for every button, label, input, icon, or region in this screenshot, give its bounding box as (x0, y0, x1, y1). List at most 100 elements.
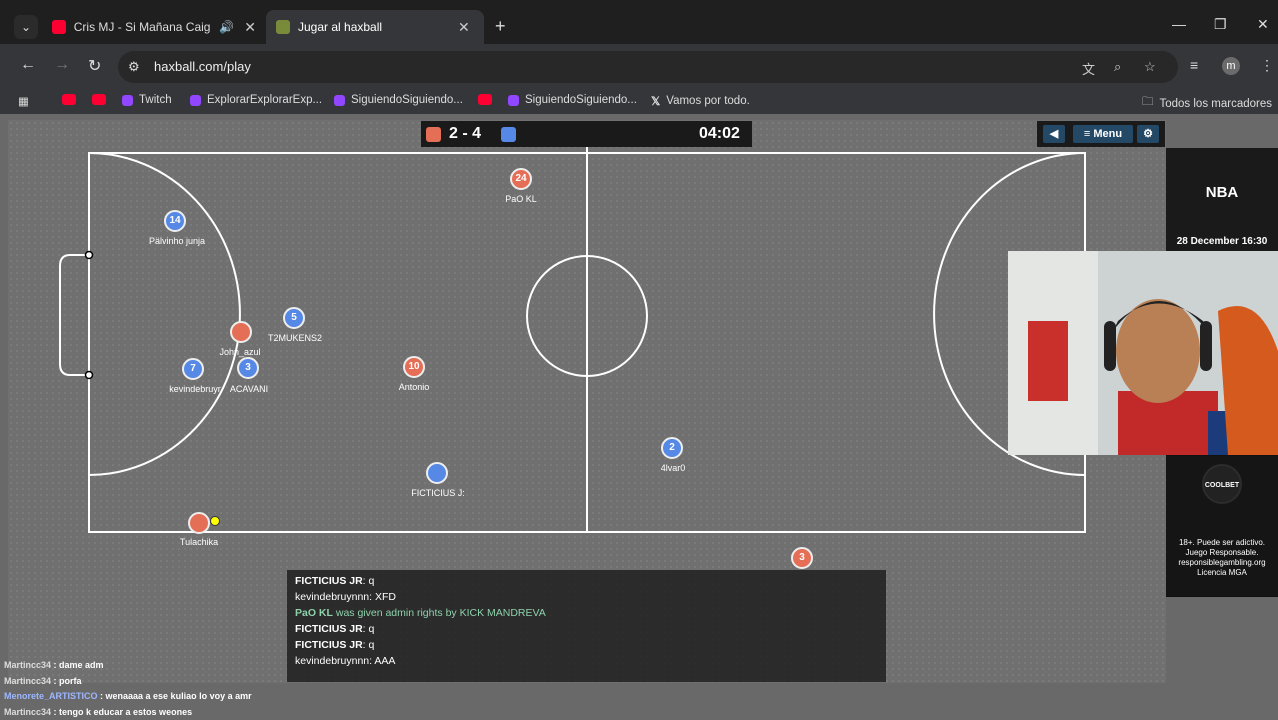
haxball-icon (276, 20, 290, 34)
menu-button[interactable]: ≡ Menu (1073, 125, 1133, 143)
translate-icon[interactable]: 文 (1082, 59, 1095, 78)
nba-ad[interactable]: NBA 28 December 16:30 (1166, 148, 1278, 252)
close-tab-icon[interactable]: ✕ (244, 19, 256, 36)
bookmark-item[interactable] (478, 94, 498, 105)
player-disc (188, 512, 210, 534)
player-disc (230, 321, 252, 343)
chat-line: FICTICIUS JR: q (295, 575, 374, 587)
address-bar[interactable]: ⚙ haxball.com/play 文 ⌕ ☆ (118, 51, 1178, 83)
youtube-icon (52, 20, 66, 34)
bookmark-item[interactable]: SiguiendoSiguiendo... (334, 94, 463, 106)
bookmark-item[interactable]: Twitch (122, 94, 172, 106)
chat-text: was given admin rights by KICK MANDREVA (332, 607, 546, 619)
bookmark-item[interactable] (62, 94, 82, 105)
bookmark-label: SiguiendoSiguiendo... (351, 94, 463, 106)
bookmark-label: Vamos por todo. (666, 95, 750, 107)
player-disc: 14 (164, 210, 186, 232)
x-icon: 𝕏 (651, 96, 661, 108)
chat-user: kevindebruynnn (295, 591, 370, 603)
chat-line: FICTICIUS JR: q (295, 623, 374, 635)
tab-search-button[interactable]: ⌄ (14, 15, 38, 39)
chat-text: : porfa (51, 676, 82, 686)
bookmark-item[interactable]: ExplorarExplorarExp... (190, 94, 322, 106)
site-info-icon[interactable]: ⚙ (128, 59, 140, 75)
settings-gear-icon[interactable]: ⚙ (1137, 125, 1159, 143)
window-close-icon[interactable]: ✕ (1257, 16, 1269, 33)
all-bookmarks[interactable]: 🗀 Todos los marcadores (1142, 94, 1272, 113)
player-name: ACAVANI (229, 384, 269, 394)
nba-title: NBA (1205, 184, 1239, 201)
score-text: 2 - 4 (449, 125, 482, 142)
stream-chat-line: Martincc34 : porfa (4, 676, 82, 686)
youtube-icon (478, 94, 492, 105)
player-name: John_azul (219, 347, 261, 357)
bookmark-item[interactable]: SiguiendoSiguiendo... (508, 94, 637, 106)
twitch-icon (508, 94, 519, 106)
player-name: Antonio (398, 382, 430, 392)
restore-icon[interactable]: ❐ (1214, 16, 1227, 33)
menu-label: Menu (1093, 128, 1123, 140)
player-disc: 7 (182, 358, 204, 380)
bookmark-item[interactable] (92, 94, 112, 105)
bookmarks-bar: ▦ Twitch ExplorarExplorarExp... Siguiend… (0, 88, 1278, 114)
tab-youtube[interactable]: Cris MJ - Si Mañana Caigo ( 🔊 ✕ (42, 10, 266, 44)
goal-post (84, 250, 94, 260)
player-name: Tulachika (179, 537, 219, 547)
speaker-toggle-icon[interactable]: ◀ (1043, 125, 1065, 143)
reload-icon[interactable]: ↻ (88, 56, 101, 76)
bookmark-label: Twitch (139, 94, 172, 106)
zoom-icon[interactable]: ⌕ (1114, 59, 1121, 75)
chat-user: FICTICIUS JR (295, 639, 363, 651)
chat-text: : q (362, 623, 375, 635)
tab-haxball[interactable]: Jugar al haxball ✕ (266, 10, 484, 44)
player-name: 4lvar0 (660, 463, 686, 473)
apps-grid-icon[interactable]: ▦ (18, 94, 29, 108)
more-menu-icon[interactable]: ⋮ (1260, 57, 1274, 74)
new-tab-icon[interactable]: + (495, 16, 506, 37)
streamer-webcam-image (1008, 251, 1278, 455)
chat-line: kevindebruynnn: XFD (295, 591, 396, 603)
forward-icon[interactable]: → (54, 56, 70, 74)
left-goal (59, 254, 89, 376)
close-tab-icon[interactable]: ✕ (458, 19, 470, 36)
coolbet-ad[interactable]: COOLBET 18+. Puede ser adictivo. Juego R… (1166, 456, 1278, 596)
bookmark-label: ExplorarExplorarExp... (207, 94, 323, 106)
player-name: kevindebruyr (169, 384, 221, 394)
chat-user: PaO KL (295, 607, 333, 619)
youtube-icon (92, 94, 106, 105)
coolbet-logo: COOLBET (1202, 464, 1242, 504)
nba-date: 28 December 16:30 (1176, 236, 1268, 247)
game-timer: 04:02 (699, 125, 740, 142)
back-icon[interactable]: ← (20, 56, 36, 74)
chat-text: : XFD (369, 591, 396, 603)
player-disc: 10 (403, 356, 425, 378)
youtube-icon (62, 94, 76, 105)
url-text[interactable]: haxball.com/play (154, 59, 251, 74)
all-bookmarks-label: Todos los marcadores (1159, 97, 1273, 110)
player-disc: 3 (237, 357, 259, 379)
game-page: 2 - 4 04:02 ◀ ≡ Menu ⚙ 24 PaO KL 14 Pälv… (0, 114, 1278, 720)
player-disc: 5 (283, 307, 305, 329)
speaker-icon[interactable]: 🔊 (219, 20, 234, 34)
chat-text: : q (362, 639, 375, 651)
game-menu-bar: ◀ ≡ Menu ⚙ (1037, 121, 1165, 147)
legal-disclaimer: 18+. Puede ser adictivo. Juego Responsab… (1178, 538, 1266, 577)
chat-user: Martincc34 (4, 660, 52, 670)
stream-chat-line: Menorete_ARTISTICO : wenaaaa a ese kulia… (4, 691, 252, 701)
player-disc: 3 (791, 547, 813, 569)
chat-text: : tengo k educar a estos weones (51, 707, 193, 717)
stream-chat-line: Martincc34 : tengo k educar a estos weon… (4, 707, 192, 717)
player-disc: 2 (661, 437, 683, 459)
chat-text: : q (362, 575, 375, 587)
bookmark-star-icon[interactable]: ☆ (1144, 59, 1156, 75)
left-penalty-arc (88, 152, 241, 476)
media-control-icon[interactable]: ≡ (1190, 57, 1198, 73)
player-disc: 24 (510, 168, 532, 190)
bookmark-item[interactable]: 𝕏 Vamos por todo. (651, 94, 750, 108)
chat-text: : wenaaaa a ese kuliao lo voy a amr (97, 691, 252, 701)
avatar[interactable]: m (1222, 57, 1240, 75)
minimize-icon[interactable]: — (1172, 16, 1186, 32)
scoreboard: 2 - 4 04:02 (421, 121, 752, 147)
chat-user: FICTICIUS JR (295, 623, 363, 635)
webcam-overlay (1008, 251, 1278, 455)
